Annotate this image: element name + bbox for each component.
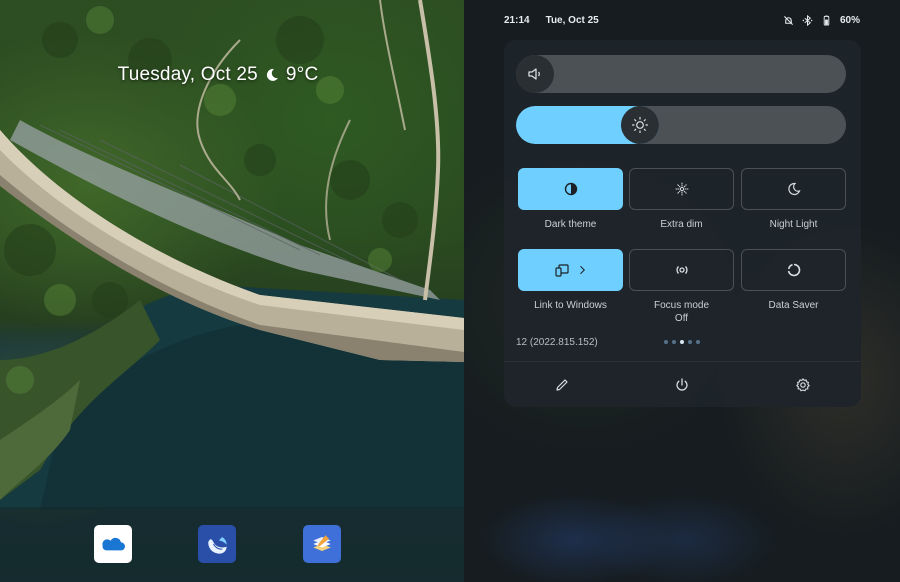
power-button[interactable] <box>671 374 693 396</box>
volume-slider-thumb[interactable] <box>516 55 554 93</box>
home-wallpaper: Tuesday, Oct 25 9°C <box>0 0 464 582</box>
tile-focus-mode[interactable] <box>629 249 734 291</box>
tile-extra-dim[interactable] <box>629 168 734 210</box>
status-bar: 21:14 Tue, Oct 25 60% <box>504 12 860 28</box>
edit-icon <box>556 379 568 391</box>
volume-slider[interactable] <box>516 55 846 93</box>
contrast-icon <box>564 182 577 196</box>
tile-data-saver-label: Data Saver <box>768 300 819 311</box>
page-dot <box>696 340 700 344</box>
volume-icon <box>528 68 540 80</box>
brightness-slider-thumb[interactable] <box>621 106 659 144</box>
quick-settings-panel: Dark theme Extra dim Night Light Link to… <box>504 40 861 407</box>
page-dot <box>672 340 676 344</box>
do-not-disturb-icon <box>783 15 793 25</box>
page-dot-current <box>680 340 684 344</box>
status-date: Tue, Oct 25 <box>545 14 599 26</box>
tile-dark-theme-label: Dark theme <box>544 219 597 230</box>
power-icon <box>676 378 688 391</box>
focus-mode-icon <box>675 266 688 274</box>
quick-settings-footer <box>504 361 861 407</box>
onedrive-icon[interactable] <box>94 525 132 563</box>
page-dot <box>664 340 668 344</box>
page-indicator <box>664 340 700 344</box>
settings-button[interactable] <box>792 374 814 396</box>
page-dot <box>688 340 692 344</box>
brightness-icon <box>631 116 649 134</box>
date-weather-widget[interactable]: Tuesday, Oct 25 9°C <box>0 64 436 86</box>
status-time: 21:14 <box>504 14 530 26</box>
data-saver-icon <box>787 263 800 277</box>
edit-button[interactable] <box>551 374 573 396</box>
notification-shade: 21:14 Tue, Oct 25 60% Dark theme Extra d… <box>464 0 900 582</box>
link-to-windows-icon <box>554 264 569 277</box>
tile-link-to-windows-label: Link to Windows <box>534 300 607 311</box>
temperature-text: 9°C <box>285 64 319 85</box>
app-dock <box>0 507 464 582</box>
tile-focus-mode-label: Focus mode Off <box>629 299 734 325</box>
extra-dim-icon <box>675 182 688 196</box>
build-number[interactable]: 12 (2022.815.152) <box>516 337 598 348</box>
notes-icon[interactable] <box>303 525 341 563</box>
night-light-icon <box>787 182 801 195</box>
chevron-right-icon <box>579 265 585 275</box>
battery-icon <box>823 14 830 26</box>
moon-icon <box>266 68 278 81</box>
tile-extra-dim-label: Extra dim <box>660 219 703 230</box>
whale-icon[interactable] <box>198 525 236 563</box>
dam-landscape-image <box>0 0 464 510</box>
tile-dark-theme[interactable] <box>518 168 623 210</box>
brightness-slider[interactable] <box>516 106 846 144</box>
tile-night-light[interactable] <box>741 168 846 210</box>
tile-link-to-windows[interactable] <box>518 249 623 291</box>
tile-focus-mode-status: Off <box>674 313 689 324</box>
tile-focus-mode-title: Focus mode <box>653 300 710 311</box>
battery-percent: 60% <box>839 14 860 26</box>
date-text: Tuesday, Oct 25 <box>117 64 258 85</box>
bluetooth-icon <box>802 14 813 26</box>
tile-night-light-label: Night Light <box>769 219 818 230</box>
tile-data-saver[interactable] <box>741 249 846 291</box>
settings-icon <box>796 378 810 392</box>
